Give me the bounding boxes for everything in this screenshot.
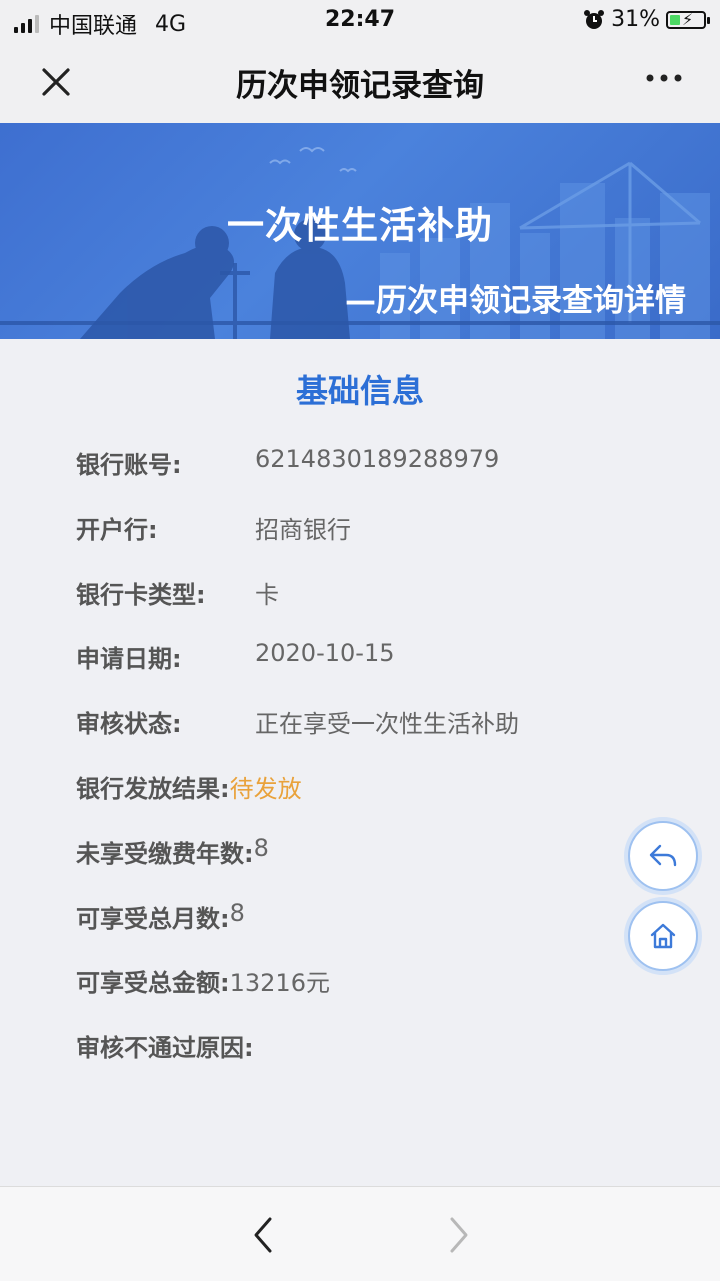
info-row: 申请日期: 2020-10-15: [76, 639, 676, 704]
back-float-button[interactable]: [628, 821, 698, 891]
info-value: 2020-10-15: [255, 639, 395, 668]
section-title: 基础信息: [295, 372, 424, 410]
info-row: 可享受总月数: 8: [76, 899, 676, 964]
chevron-left-icon[interactable]: [246, 1215, 282, 1255]
info-row: 可享受总金额: 13216元: [76, 963, 676, 1028]
battery-percent: 31%: [611, 7, 660, 32]
info-row: 审核不通过原因:: [76, 1028, 676, 1093]
info-value: 6214830189288979: [255, 445, 500, 473]
info-value: 招商银行: [255, 515, 351, 544]
info-row: 开户行: 招商银行: [76, 510, 676, 575]
info-label: 银行账号:: [76, 451, 182, 479]
banner: 一次性生活补助 —历次申领记录查询详情: [0, 123, 720, 339]
info-label: 可享受总月数:: [76, 904, 230, 933]
charging-bolt-icon: ⚡: [682, 9, 694, 29]
chevron-right-icon[interactable]: [440, 1215, 476, 1255]
reply-arrow-icon: [649, 844, 677, 867]
info-row: 银行账号: 6214830189288979: [76, 445, 676, 510]
info-row: 未享受缴费年数: 8: [76, 834, 676, 899]
banner-title: 一次性生活补助: [227, 204, 493, 247]
home-float-button[interactable]: [628, 901, 698, 971]
info-list: 银行账号: 6214830189288979 开户行: 招商银行银行卡类型: 卡申请日期…: [76, 445, 676, 1093]
status-right: 31% ⚡: [583, 7, 710, 32]
info-value: 13216元: [229, 969, 330, 998]
info-label: 审核状态:: [76, 710, 182, 739]
battery-icon: ⚡: [666, 9, 710, 29]
info-label: 开户行:: [76, 515, 158, 544]
info-row: 银行发放结果: 待发放: [76, 769, 676, 834]
info-row: 审核状态: 正在享受一次性生活补助: [76, 704, 676, 769]
more-dots-icon[interactable]: [644, 68, 684, 88]
info-row: 银行卡类型: 卡: [76, 575, 676, 640]
info-label: 银行卡类型:: [76, 580, 206, 609]
info-value: 8: [229, 898, 245, 927]
info-value: 卡: [255, 580, 279, 609]
page-title: 历次申领记录查询: [236, 68, 484, 104]
info-label: 银行发放结果:: [76, 774, 230, 803]
info-value: 正在享受一次性生活补助: [255, 710, 519, 739]
nav-bar: 历次申领记录查询: [0, 40, 720, 123]
battery-fill: [670, 14, 680, 25]
home-icon: [650, 923, 676, 949]
status-bar: 中国联通 4G 22:47 31% ⚡: [0, 0, 720, 40]
info-label: 申请日期:: [76, 645, 182, 674]
info-label: 未享受缴费年数:: [76, 839, 254, 868]
bottom-toolbar: [0, 1186, 720, 1281]
alarm-clock-icon: [584, 9, 605, 29]
info-label: 审核不通过原因:: [76, 1034, 254, 1063]
info-value: 8: [253, 833, 269, 862]
info-value: 待发放: [229, 774, 302, 803]
banner-subtitle: —历次申领记录查询详情: [345, 283, 686, 319]
info-label: 可享受总金额:: [76, 969, 230, 998]
